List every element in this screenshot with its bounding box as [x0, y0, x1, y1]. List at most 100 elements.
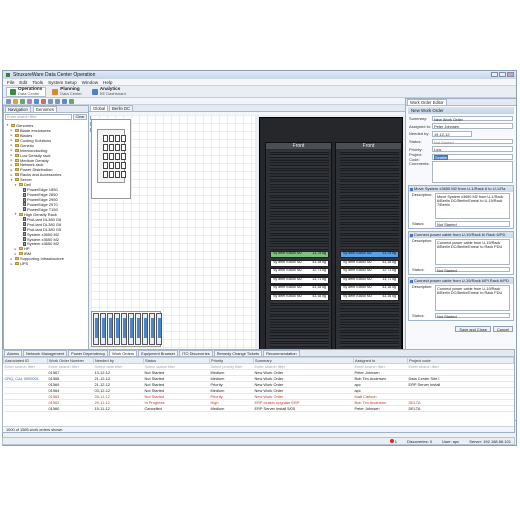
- rack-server[interactable]: Sy dem x3650 M2 12,71 kg: [340, 268, 399, 275]
- rack-tile[interactable]: [121, 162, 126, 169]
- menu-item[interactable]: File: [7, 80, 14, 85]
- rack-server[interactable]: Sy dem x3650 M2 13,75 kg: [270, 251, 329, 258]
- rack-server[interactable]: Sy dem x3650 M2 12,71 kg: [270, 268, 329, 275]
- expand-icon[interactable]: ▸: [10, 262, 13, 266]
- rack-tile[interactable]: [103, 153, 108, 160]
- expand-icon[interactable]: ▸: [10, 158, 13, 162]
- rack-tile[interactable]: [121, 171, 126, 178]
- rack-tile[interactable]: [128, 313, 134, 345]
- menu-item[interactable]: Window: [82, 80, 98, 85]
- rack-tile[interactable]: [109, 171, 114, 178]
- rack-server[interactable]: Sy dem x3650 M2 43,18 kg: [340, 259, 399, 267]
- expand-icon[interactable]: ▸: [14, 252, 17, 256]
- expand-icon[interactable]: ▸: [10, 143, 13, 147]
- grid-tab[interactable]: Equipment Browser: [138, 350, 179, 356]
- cancel-button[interactable]: Cancel: [492, 325, 513, 332]
- tree-item[interactable]: ▸ UPS: [6, 261, 86, 266]
- table-row[interactable]: 01560 15-11-12 Cancelled Medium ERP Server I…: [3, 405, 514, 412]
- tab-global[interactable]: Global: [90, 105, 109, 111]
- save-and-close-button[interactable]: Save and Close: [455, 325, 491, 332]
- expand-icon[interactable]: ▸: [10, 128, 13, 132]
- rack-server[interactable]: Sy dem x3650 M2 43,18 kg: [270, 259, 329, 267]
- needed-by-field[interactable]: 19-12-12: [432, 131, 472, 137]
- task-description[interactable]: Connect power cable from U-19/Rack 6/Ber…: [435, 285, 510, 312]
- task-title[interactable]: Connect power cable from U-19/Rack 6/Pi …: [409, 278, 513, 285]
- priority-select[interactable]: Low: [432, 146, 513, 152]
- task-title[interactable]: Connect power cable from U-19/Rack 6/ Ra…: [409, 232, 513, 239]
- rack-tile[interactable]: [121, 153, 126, 160]
- expand-icon[interactable]: ▸: [10, 173, 13, 177]
- task-status-select[interactable]: Not Started: [435, 221, 510, 227]
- tab-berlin-dc[interactable]: Berlin DC: [109, 105, 134, 111]
- task-status-select[interactable]: Not Started: [435, 266, 510, 273]
- rack-tile[interactable]: [109, 135, 114, 142]
- rack-tile[interactable]: [115, 162, 120, 169]
- rack-tile[interactable]: [149, 313, 155, 345]
- perspective-2[interactable]: Analytics EE Dashboard: [88, 86, 130, 97]
- tab-work-order-editor[interactable]: Work Order Editor: [407, 99, 447, 105]
- rack-tile[interactable]: [156, 313, 162, 345]
- status-field[interactable]: Not Started: [432, 138, 513, 145]
- rack-server[interactable]: Sy dem x3650 M2 43,18 kg: [270, 285, 329, 292]
- rack-tile[interactable]: [114, 313, 120, 345]
- grid-tab[interactable]: Power Dependency: [68, 350, 109, 356]
- rack-tile[interactable]: [115, 144, 120, 151]
- toolbar-button-icon[interactable]: [62, 98, 67, 104]
- tab-genomes[interactable]: Genomes: [32, 106, 57, 112]
- toolbar-button-icon[interactable]: [48, 98, 53, 104]
- expand-icon[interactable]: ▾: [10, 178, 13, 182]
- rack-tile[interactable]: [103, 135, 108, 142]
- rack-server[interactable]: Sy dem x3650 M2 13,71 kg: [340, 276, 399, 284]
- expand-icon[interactable]: ▸: [10, 148, 13, 152]
- expand-icon[interactable]: ▸: [10, 138, 13, 142]
- grid-tab[interactable]: Remedy Change Tickets: [213, 350, 263, 356]
- tab-navigation[interactable]: Navigation: [5, 106, 31, 112]
- toolbar-button-icon[interactable]: [20, 98, 25, 104]
- toolbar-button-icon[interactable]: [41, 98, 46, 104]
- perspective-0[interactable]: Operations Data Center: [6, 86, 47, 97]
- task-title[interactable]: Move System x3650 M2 from U-1/Rack 6 to …: [409, 186, 513, 193]
- summary-field[interactable]: New Work Order: [432, 115, 513, 121]
- rack-tile[interactable]: [109, 144, 114, 151]
- rack-tile[interactable]: [93, 313, 99, 345]
- discoveries-status[interactable]: Discoveries: 0: [407, 439, 432, 444]
- expand-icon[interactable]: ▾: [14, 212, 17, 216]
- rack-tile[interactable]: [115, 153, 120, 160]
- assigned-to-field[interactable]: Peter Johnsen: [432, 123, 513, 129]
- expand-icon[interactable]: ▸: [14, 247, 17, 251]
- task-status-select[interactable]: Not Started: [435, 312, 510, 319]
- rack-tile[interactable]: [115, 171, 120, 178]
- toolbar-button-icon[interactable]: [69, 98, 74, 104]
- menu-item[interactable]: System Setup: [48, 80, 77, 85]
- clear-button[interactable]: Clear: [73, 114, 87, 120]
- toolbar-button-icon[interactable]: [13, 98, 18, 104]
- toolbar-button-icon[interactable]: [55, 98, 60, 104]
- rack-server[interactable]: Sy dem x3650 M2 13,71 kg: [270, 276, 329, 284]
- rack-tile[interactable]: [121, 313, 127, 345]
- minimize-button[interactable]: [491, 72, 498, 77]
- expand-icon[interactable]: ▾: [14, 183, 17, 187]
- rack-tile[interactable]: [103, 144, 108, 151]
- grid-tab[interactable]: Alarms: [4, 350, 23, 356]
- rack-tile[interactable]: [115, 135, 120, 142]
- alarm-indicator[interactable]: 1: [389, 438, 397, 444]
- menu-item[interactable]: Help: [103, 80, 112, 85]
- toolbar-button-icon[interactable]: [34, 98, 39, 104]
- rack-tile[interactable]: [121, 135, 126, 142]
- project-code-field[interactable]: Seattle: [432, 154, 513, 161]
- rack-server[interactable]: Sy dem x3650 M2 43,18 kg: [270, 293, 329, 301]
- rack-server[interactable]: Sy dem x3650 M2 13,75 kg: [340, 251, 399, 258]
- expand-icon[interactable]: ▸: [10, 133, 13, 137]
- toolbar-button-icon[interactable]: [27, 98, 32, 104]
- rack-tile[interactable]: [100, 313, 106, 345]
- toolbar-button-icon[interactable]: [6, 98, 11, 104]
- expand-icon[interactable]: ▾: [6, 123, 9, 127]
- rack-tile[interactable]: [135, 313, 141, 345]
- expand-icon[interactable]: ▸: [10, 168, 13, 172]
- grid-tab[interactable]: ITO Discoveries: [179, 350, 213, 356]
- comments-field[interactable]: [432, 161, 513, 184]
- rack-server[interactable]: Sy dem x3650 M2 43,18 kg: [340, 285, 399, 292]
- expand-icon[interactable]: ▸: [10, 153, 13, 157]
- task-description[interactable]: Connect power cable from U-19/Rack 6/Ber…: [435, 239, 510, 266]
- perspective-1[interactable]: Planning Data Center: [48, 86, 86, 97]
